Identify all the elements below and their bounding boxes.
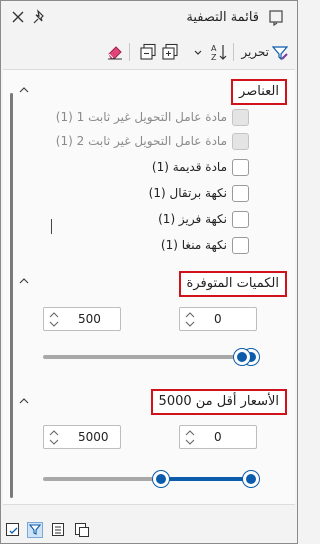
collapse-all-icon[interactable] (139, 43, 157, 61)
item-label: نكهة فريز (1) (158, 212, 227, 226)
toolbar-separator (129, 43, 130, 61)
quantity-min-value: 0 (214, 312, 222, 326)
spin-arrows-icon[interactable] (49, 429, 59, 446)
price-slider-track[interactable] (43, 477, 161, 481)
status-bar (1, 513, 297, 543)
item-checkbox[interactable] (232, 211, 249, 228)
item-checkbox[interactable] (232, 185, 249, 202)
section-title-prices: الأسعار أقل من 5000 (150, 389, 287, 415)
close-icon[interactable] (10, 9, 26, 25)
quantity-max-value: 500 (78, 312, 101, 326)
item-label: نكهة منغا (1) (160, 238, 227, 252)
text-cursor (51, 219, 52, 234)
item-checkbox[interactable] (232, 237, 249, 254)
eraser-icon[interactable] (106, 43, 124, 61)
edit-button[interactable]: تحرير (241, 45, 269, 59)
quantity-max-input[interactable]: 500 (43, 307, 121, 331)
svg-text:A: A (211, 44, 217, 53)
toolbar-separator (233, 43, 234, 61)
item-checkbox[interactable] (232, 159, 249, 176)
item-label: مادة قديمة (1) (151, 160, 227, 174)
title-bar: قائمة التصفية (1, 1, 297, 35)
filter-panel: قائمة التصفية تحرير A Z العناصر مادة عام… (0, 0, 298, 544)
item-checkbox (232, 109, 249, 126)
chevron-down-icon[interactable] (193, 44, 203, 62)
price-slider-max-thumb[interactable] (243, 471, 259, 487)
price-max-value: 5000 (78, 430, 109, 444)
item-checkbox (232, 133, 249, 150)
collapse-items-icon[interactable] (18, 85, 30, 95)
spin-arrows-icon[interactable] (49, 311, 59, 328)
filter-list-icon (269, 10, 283, 27)
price-slider-min-thumb[interactable] (153, 471, 169, 487)
quantity-slider-track[interactable] (43, 355, 257, 359)
section-title-items: العناصر (231, 79, 287, 105)
section-title-quantities: الكميات المتوفرة (178, 271, 287, 297)
quantity-slider-max-thumb[interactable] (234, 349, 250, 365)
sort-az-icon[interactable]: A Z (211, 43, 229, 61)
price-min-input[interactable]: 0 (179, 425, 257, 449)
price-min-value: 0 (214, 430, 222, 444)
collapse-quantities-icon[interactable] (18, 276, 30, 286)
item-label: مادة عامل التحويل غير ثابت 2 (1) (55, 134, 227, 148)
spin-arrows-icon[interactable] (185, 429, 195, 446)
svg-text:Z: Z (211, 53, 217, 61)
collapse-prices-icon[interactable] (18, 396, 30, 406)
item-label: مادة عامل التحويل غير ثابت 1 (1) (55, 110, 227, 124)
list-view-icon[interactable] (51, 522, 67, 538)
select-all-icon[interactable] (5, 522, 21, 538)
item-label: نكهة برتقال (1) (148, 186, 227, 200)
edit-filter-icon[interactable] (271, 44, 289, 62)
panel-title: قائمة التصفية (186, 10, 259, 25)
expand-all-icon[interactable] (161, 43, 179, 61)
price-max-input[interactable]: 5000 (43, 425, 121, 449)
vertical-scrollbar[interactable] (10, 93, 13, 498)
spin-arrows-icon[interactable] (185, 311, 195, 328)
pin-icon[interactable] (32, 9, 48, 25)
copy-list-icon[interactable] (74, 522, 90, 538)
quantity-min-input[interactable]: 0 (179, 307, 257, 331)
toolbar: تحرير A Z (1, 37, 297, 67)
filter-active-icon[interactable] (27, 522, 43, 538)
